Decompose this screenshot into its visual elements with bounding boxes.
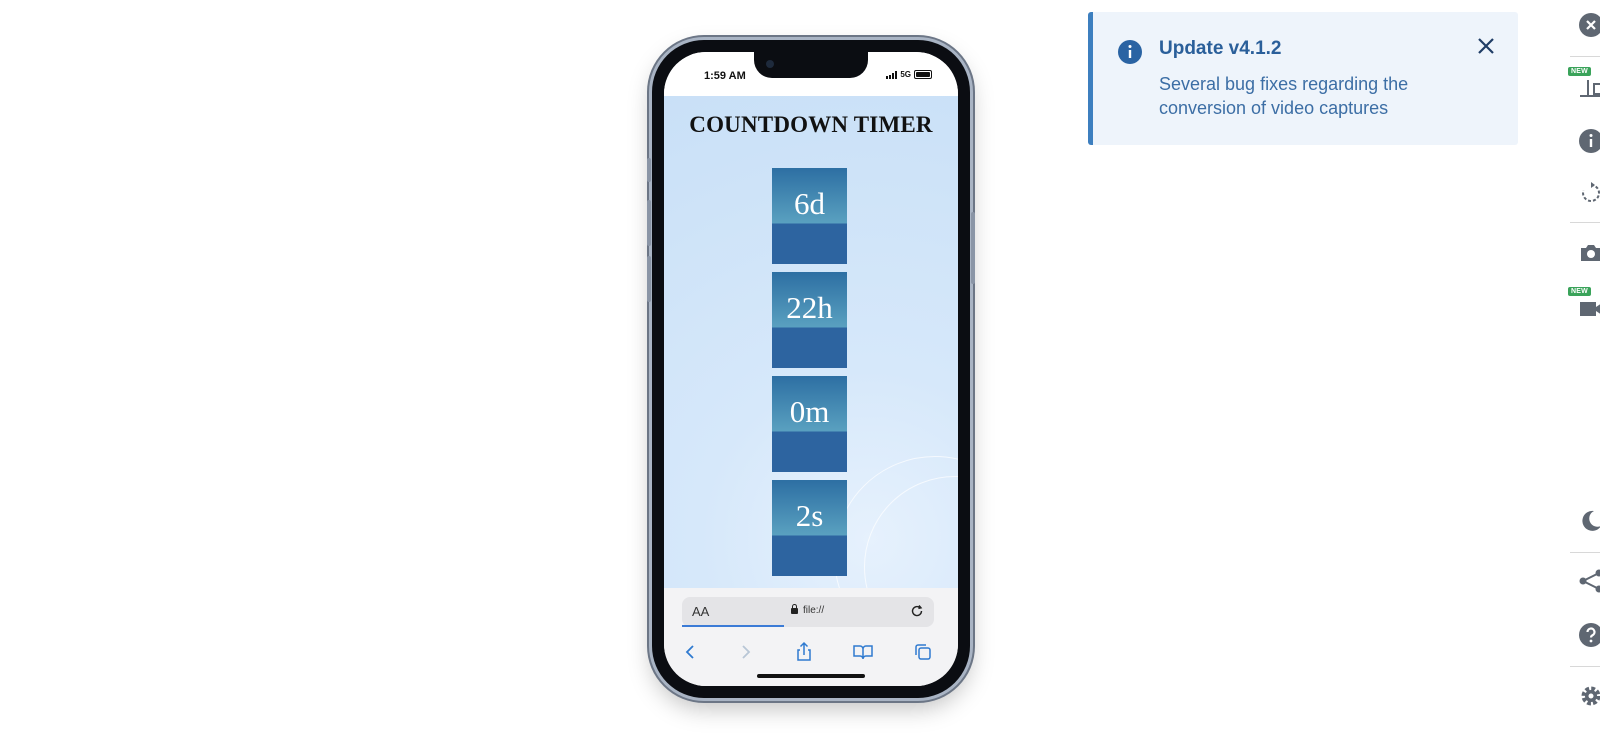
page-title: COUNTDOWN TIMER: [689, 112, 933, 137]
device-layout-icon[interactable]: [1578, 76, 1600, 102]
network-label: 5G: [900, 70, 911, 79]
timer-days-value: 6d: [794, 186, 825, 221]
video-icon[interactable]: [1578, 296, 1600, 322]
timer-hours-value: 22h: [786, 290, 833, 325]
toolbar-divider: [1570, 552, 1600, 553]
share-icon[interactable]: [792, 640, 816, 664]
text-size-button[interactable]: AA: [692, 604, 709, 619]
rotate-icon[interactable]: [1578, 180, 1600, 206]
notification-title: Update v4.1.2: [1159, 38, 1282, 59]
status-indicators: 5G: [886, 70, 932, 79]
volume-down-button: [647, 256, 651, 302]
info-icon: [1118, 40, 1142, 64]
moon-icon[interactable]: [1578, 508, 1600, 534]
timer-seconds: 2s: [772, 480, 847, 576]
share-icon[interactable]: [1578, 568, 1600, 594]
timer-seconds-value: 2s: [795, 498, 824, 533]
notch: [754, 52, 868, 78]
home-indicator: [757, 674, 865, 678]
info-icon[interactable]: [1578, 128, 1600, 154]
browser-toolbar: AA file://: [664, 588, 958, 686]
load-progress: [682, 625, 784, 627]
toolbar-divider: [1570, 56, 1600, 57]
back-icon[interactable]: [678, 640, 702, 664]
new-badge: NEW: [1568, 287, 1591, 296]
toolbar-divider: [1570, 666, 1600, 667]
volume-up-button: [647, 200, 651, 246]
timer-hours: 22h: [772, 272, 847, 368]
forward-icon[interactable]: [734, 640, 758, 664]
reload-icon[interactable]: [908, 602, 926, 620]
tabs-icon[interactable]: [911, 640, 935, 664]
camera-icon[interactable]: [1578, 240, 1600, 266]
power-button: [971, 212, 975, 284]
address-bar[interactable]: AA file://: [682, 597, 934, 627]
web-page: COUNTDOWN TIMER 6d 22h 0m 2s: [664, 96, 958, 588]
bookmarks-icon[interactable]: [851, 640, 875, 664]
toolbar-divider: [1570, 222, 1600, 223]
side-toolbar: NEW NEW: [1568, 0, 1600, 734]
notification-body: Several bug fixes regarding the conversi…: [1159, 74, 1409, 118]
update-notification: Update v4.1.2 Several bug fixes regardin…: [1088, 12, 1518, 145]
phone-frame: 1:59 AM 5G COUNTDOWN TIMER 6d 22h 0m 2s …: [647, 40, 975, 698]
phone-screen: 1:59 AM 5G COUNTDOWN TIMER 6d 22h 0m 2s …: [664, 52, 958, 686]
battery-icon: [914, 70, 932, 79]
mute-switch: [647, 158, 651, 182]
browser-nav: [664, 636, 958, 666]
close-icon[interactable]: [1475, 35, 1497, 57]
front-camera: [766, 60, 774, 68]
help-icon[interactable]: [1578, 622, 1600, 648]
lock-icon: [791, 604, 798, 614]
close-circle-icon[interactable]: [1578, 12, 1600, 38]
url-text[interactable]: file://: [803, 605, 824, 616]
signal-icon: [886, 70, 898, 79]
timer-days: 6d: [772, 168, 847, 264]
new-badge: NEW: [1568, 67, 1591, 76]
timer-minutes: 0m: [772, 376, 847, 472]
status-time: 1:59 AM: [704, 70, 746, 82]
timer-minutes-value: 0m: [789, 394, 830, 429]
gear-icon[interactable]: [1578, 683, 1600, 709]
